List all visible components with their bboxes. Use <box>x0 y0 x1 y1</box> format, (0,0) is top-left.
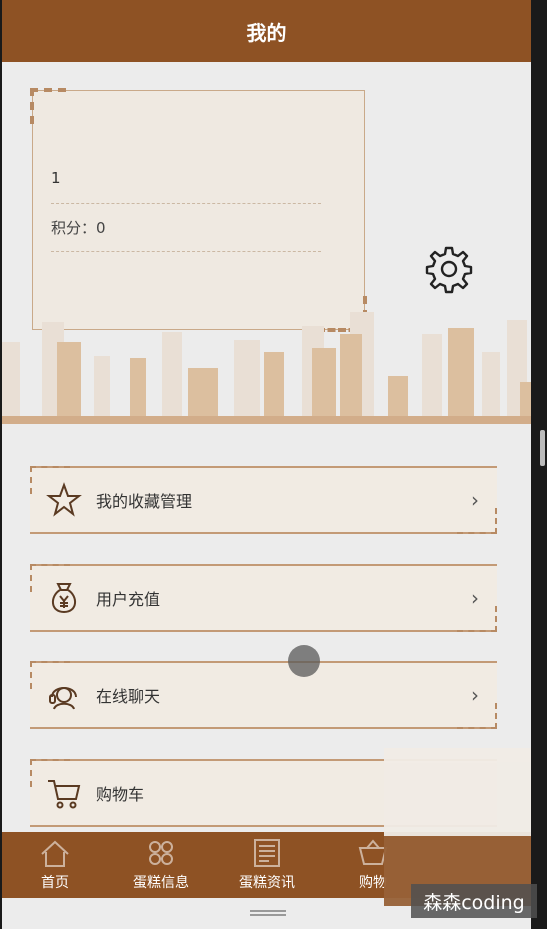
tab-label: 首页 <box>41 875 69 891</box>
divider <box>51 251 321 252</box>
chevron-right-icon: › <box>471 683 479 707</box>
divider <box>51 203 321 204</box>
page-header: 我的 <box>2 0 531 62</box>
headset-icon <box>49 687 77 710</box>
card-corner-decoration <box>30 88 66 124</box>
star-icon <box>46 482 82 517</box>
chevron-right-icon: › <box>471 586 479 610</box>
menu-label: 用户充值 <box>96 590 161 609</box>
tab-home[interactable]: 首页 <box>2 832 108 898</box>
tab-label: 购物 <box>359 875 387 891</box>
grid-icon <box>149 841 173 865</box>
menu-item-chat[interactable]: 在线聊天 › <box>30 661 497 729</box>
app-screen: 我的 1 积分：0 我的收藏管理 › 用户充值 › 在线聊天 › 购物车 首页 … <box>2 0 531 929</box>
watermark: 森森coding <box>411 884 537 918</box>
touch-indicator <box>288 645 320 677</box>
gear-icon[interactable] <box>424 244 474 294</box>
city-skyline-illustration <box>2 312 531 424</box>
tab-label: 蛋糕资讯 <box>239 875 295 891</box>
news-icon <box>254 839 280 867</box>
tab-label: 蛋糕信息 <box>133 875 189 891</box>
tab-cake-news[interactable]: 蛋糕资讯 <box>214 832 320 898</box>
page-title: 我的 <box>246 20 287 45</box>
cart-icon <box>48 780 81 809</box>
menu-item-recharge[interactable]: 用户充值 › <box>30 564 497 632</box>
menu-item-favorites[interactable]: 我的收藏管理 › <box>30 466 497 534</box>
menu-label: 购物车 <box>96 785 145 804</box>
menu-label: 我的收藏管理 <box>96 492 193 511</box>
home-indicator[interactable] <box>250 910 286 916</box>
money-bag-icon <box>52 583 76 614</box>
floating-overlay <box>384 748 531 906</box>
points-label: 积分：0 <box>51 219 106 237</box>
username: 1 <box>51 169 61 187</box>
profile-card: 1 积分：0 <box>30 88 367 332</box>
chevron-right-icon: › <box>471 488 479 512</box>
tab-cake-info[interactable]: 蛋糕信息 <box>108 832 214 898</box>
menu-label: 在线聊天 <box>96 687 161 706</box>
scrollbar-thumb[interactable] <box>540 430 545 466</box>
profile-area: 1 积分：0 <box>2 62 531 424</box>
home-icon <box>41 840 69 867</box>
